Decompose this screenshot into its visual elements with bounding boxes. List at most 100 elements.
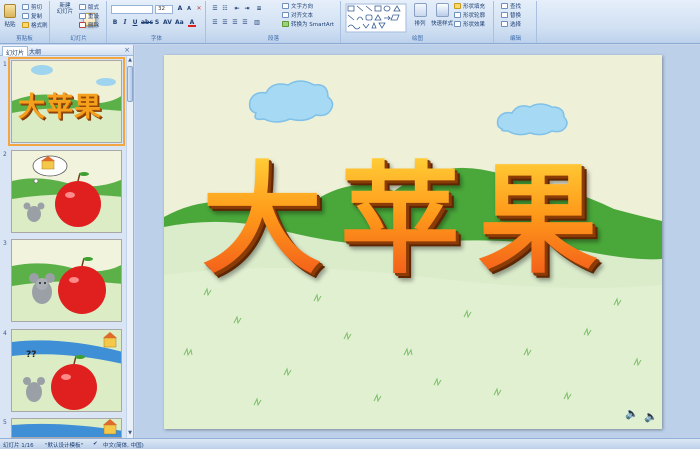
increase-indent-button[interactable]: ⇥ (243, 5, 251, 13)
font-name-field[interactable] (111, 5, 153, 14)
slide-number: 3 (3, 240, 7, 247)
copy-icon (22, 13, 29, 19)
new-slide-button[interactable]: 新建 幻灯片 (54, 3, 96, 26)
replace-button[interactable]: 替换 (501, 11, 521, 19)
replace-icon (501, 12, 508, 18)
brush-icon (22, 22, 29, 28)
layout-icon (79, 4, 86, 10)
scissors-icon (22, 4, 29, 10)
select-button[interactable]: 选择 (501, 20, 521, 28)
slide-counter: 幻灯片 1/16 (3, 443, 34, 449)
grow-font-button[interactable]: A (176, 5, 184, 13)
shape-outline-button[interactable]: 形状轮廓 (454, 11, 485, 19)
slide-thumbnail-2[interactable] (11, 150, 122, 233)
binoculars-icon (501, 3, 508, 9)
slide-number: 5 (3, 419, 7, 426)
current-slide[interactable]: 大苹果 🔈 🔈 (164, 55, 662, 429)
bullets-button[interactable]: ☰ (211, 5, 219, 13)
fill-bucket-icon (454, 3, 461, 9)
align-right-button[interactable]: ☰ (231, 19, 239, 27)
spellcheck-icon[interactable]: ✔ (93, 441, 98, 447)
editing-group: 查找 替换 选择 编辑 (495, 1, 537, 43)
justify-button[interactable]: ☰ (241, 19, 249, 27)
find-button[interactable]: 查找 (501, 2, 521, 10)
thumb-4-art (12, 330, 121, 411)
theme-name: "默认设计模板" (45, 443, 84, 449)
slide-number: 1 (3, 61, 7, 68)
clipboard-label: 剪贴板 (16, 36, 33, 42)
slide-title[interactable]: 大苹果 (202, 151, 616, 291)
clear-format-button[interactable]: ✕ (195, 5, 203, 13)
font-label: 字体 (150, 36, 162, 42)
shape-fill-button[interactable]: 形状填充 (454, 2, 485, 10)
scroll-thumb[interactable] (127, 66, 133, 102)
drawing-group: 排列 快速样式 形状填充 形状轮廓 形状效果 绘图 (342, 1, 494, 43)
change-case-button[interactable]: Aa (175, 19, 184, 27)
bold-button[interactable]: B (111, 19, 119, 27)
shapes-gallery[interactable] (345, 3, 407, 33)
pane-tabs: 幻灯片 大纲 × (0, 45, 133, 57)
paste-button[interactable]: 粘贴 (3, 4, 17, 28)
slides-label: 幻灯片 (70, 36, 87, 42)
font-color-button[interactable]: A (188, 19, 196, 27)
close-icon[interactable]: × (124, 46, 130, 54)
spacing-button[interactable]: AV (163, 19, 172, 27)
tab-outline[interactable]: 大纲 (26, 46, 44, 56)
ribbon: 粘贴 剪切 复制 格式刷 剪贴板 新建 幻灯片 版式 重设 删除 幻灯片 32 … (0, 0, 700, 44)
italic-button[interactable]: I (121, 19, 129, 27)
columns-button[interactable]: ▥ (253, 19, 261, 27)
underline-button[interactable]: U (131, 19, 139, 27)
reset-button[interactable]: 重设 (79, 12, 99, 20)
slide-thumbnail-5[interactable] (11, 418, 122, 438)
decrease-indent-button[interactable]: ⇤ (233, 5, 241, 13)
arrange-button[interactable]: 排列 (412, 3, 428, 27)
text-direction-button[interactable]: 文字方向 (282, 2, 313, 10)
cut-button[interactable]: 剪切 (22, 3, 42, 11)
slide-number: 4 (3, 330, 7, 337)
effects-icon (454, 21, 461, 27)
font-group: 32 A A ✕ B I U abc S AV Aa A 字体 (108, 1, 206, 43)
numbering-button[interactable]: ☷ (221, 5, 229, 13)
shape-effects-button[interactable]: 形状效果 (454, 20, 485, 28)
language-indicator[interactable]: 中文(简体, 中国) (103, 441, 144, 449)
pane-scrollbar[interactable]: ▲ ▼ (126, 56, 133, 438)
line-spacing-button[interactable]: ≡ (255, 5, 263, 13)
strikethrough-button[interactable]: abc (141, 19, 153, 27)
thumb-1-title: 大苹果 (18, 92, 102, 123)
question-marks: ?? (26, 350, 37, 360)
smartart-button[interactable]: 转换为 SmartArt (282, 20, 334, 28)
slide-thumbnail-4[interactable]: ?? (11, 329, 122, 412)
drawing-label: 绘图 (411, 36, 423, 42)
shrink-font-button[interactable]: A (185, 5, 193, 13)
format-painter-button[interactable]: 格式刷 (22, 21, 48, 29)
align-text-button[interactable]: 对齐文本 (282, 11, 313, 19)
delete-icon (79, 22, 86, 28)
paragraph-group: ☰ ☷ ⇤ ⇥ ≡ ☰ ☰ ☰ ☰ ▥ 文字方向 对齐文本 转换为 SmartA… (207, 1, 341, 43)
delete-slide-button[interactable]: 删除 (79, 21, 99, 29)
cursor-icon (501, 21, 508, 27)
slide-thumbnail-1[interactable]: 大苹果 (8, 57, 125, 146)
slide-thumbnail-3[interactable] (11, 239, 122, 322)
outline-pen-icon (454, 12, 461, 18)
layout-button[interactable]: 版式 (79, 3, 99, 11)
align-left-button[interactable]: ☰ (211, 19, 219, 27)
quick-styles-button[interactable]: 快速样式 (431, 3, 453, 27)
speaker-icon[interactable]: 🔈 (644, 410, 658, 423)
thumb-5-art (12, 419, 121, 437)
thumb-2-art (12, 151, 121, 232)
copy-button[interactable]: 复制 (22, 12, 42, 20)
scroll-down-icon[interactable]: ▼ (127, 430, 133, 437)
clipboard-group: 粘贴 剪切 复制 格式刷 剪贴板 (0, 1, 50, 43)
status-bar: 幻灯片 1/16 "默认设计模板" ✔ 中文(简体, 中国) (0, 438, 700, 449)
scroll-up-icon[interactable]: ▲ (127, 57, 133, 64)
editing-label: 编辑 (509, 36, 521, 42)
speaker-icon[interactable]: 🔈 (625, 407, 639, 420)
tab-slides[interactable]: 幻灯片 (2, 46, 29, 57)
arrange-icon (413, 3, 427, 17)
shadow-button[interactable]: S (153, 19, 161, 27)
smartart-icon (282, 21, 289, 27)
align-center-button[interactable]: ☰ (221, 19, 229, 27)
text-direction-icon (282, 3, 289, 9)
quick-styles-icon (435, 3, 449, 17)
font-size-field[interactable]: 32 (155, 5, 173, 14)
